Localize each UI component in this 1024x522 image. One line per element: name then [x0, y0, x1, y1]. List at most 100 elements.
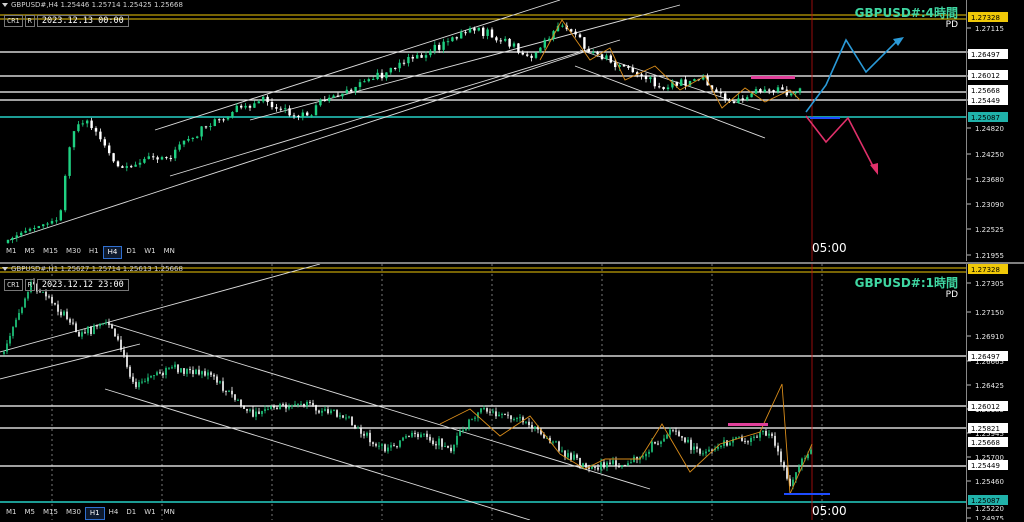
candle-body [385, 72, 388, 79]
timeframe-m15[interactable]: M15 [39, 507, 62, 520]
candle-body [387, 447, 389, 452]
h1-symbol-text: GBPUSD#,H1 1.25627 1.25714 1.25613 1.256… [11, 265, 183, 273]
timeframe-h4[interactable]: H4 [102, 246, 123, 259]
h1-chart-panel[interactable]: GBPUSD#,H1 1.25627 1.25714 1.25613 1.256… [0, 262, 1024, 522]
price-tick-label: 1.23090 [975, 201, 1004, 209]
candle-body [125, 166, 129, 168]
candle-body [174, 364, 176, 368]
candle-body [578, 34, 582, 38]
candle-body [456, 435, 458, 445]
candle-body [216, 376, 218, 383]
timeframe-m1[interactable]: M1 [2, 246, 21, 259]
price-tick-label: 1.26910 [975, 333, 1004, 341]
candle-body [381, 444, 383, 446]
candle-body [138, 382, 140, 388]
bullish-arrow-head-icon [893, 37, 904, 46]
candle-body [640, 74, 643, 77]
h1-price-axis-canvas: 1.273051.271501.269101.266651.264251.261… [967, 264, 1008, 520]
candle-body [372, 442, 374, 444]
candle-body [771, 433, 773, 436]
candle-body [310, 115, 313, 117]
timeframe-h1[interactable]: H1 [84, 507, 105, 520]
candle-body [66, 311, 68, 320]
candle-body [81, 123, 85, 125]
candle-body [297, 403, 299, 405]
timeframe-m30[interactable]: M30 [62, 246, 85, 259]
h1-cr-label[interactable]: CR1 [4, 279, 23, 291]
candle-body [336, 410, 338, 417]
candle-body [468, 419, 470, 430]
h1-r-label[interactable]: R [24, 279, 35, 291]
candle-body [231, 390, 233, 395]
collapse-triangle-icon[interactable] [2, 267, 8, 271]
candle-body [41, 224, 45, 227]
candle-body [240, 399, 242, 406]
candle-body [539, 47, 542, 53]
h4-plot-area[interactable] [0, 0, 966, 261]
h1-chart-canvas[interactable] [0, 264, 966, 520]
candle-body [657, 86, 661, 88]
candle-body [675, 81, 679, 86]
timeframe-w1[interactable]: W1 [140, 507, 159, 520]
candle-body [159, 372, 161, 374]
candle-body [327, 97, 331, 101]
candle-body [744, 440, 746, 442]
candle-body [462, 430, 464, 432]
candle-body [357, 427, 359, 429]
timeframe-m30[interactable]: M30 [62, 507, 85, 520]
timeframe-w1[interactable]: W1 [140, 246, 159, 259]
candle-body [339, 415, 341, 417]
candle-body [531, 425, 533, 429]
candle-body [266, 96, 269, 103]
candle-body [78, 332, 80, 337]
candle-body [552, 441, 554, 443]
h1-chart-title: GBPUSD#:1時間 [854, 276, 958, 290]
candle-body [182, 140, 186, 145]
candle-body [378, 445, 380, 447]
h4-r-label[interactable]: R [24, 15, 35, 27]
h4-cr-label[interactable]: CR1 [4, 15, 23, 27]
candle-body [141, 381, 143, 383]
candle-body [687, 439, 689, 443]
candle-body [738, 436, 740, 438]
candle-body [464, 32, 467, 34]
candle-body [261, 96, 265, 102]
timeframe-m15[interactable]: M15 [39, 246, 62, 259]
candle-body [57, 304, 59, 312]
candle-body [108, 322, 110, 325]
timeframe-m5[interactable]: M5 [21, 246, 40, 259]
h4-chart-panel[interactable]: GBPUSD#,H4 1.25446 1.25714 1.25425 1.256… [0, 0, 1024, 261]
timeframe-h4[interactable]: H4 [105, 507, 123, 520]
timeframe-d1[interactable]: D1 [122, 246, 140, 259]
level-price-tag-text: 1.25821 [971, 425, 1000, 433]
candle-body [468, 28, 472, 33]
candle-body [717, 446, 719, 449]
candle-body [705, 451, 707, 454]
resistance-zone-mark [751, 76, 795, 79]
h1-plot-area[interactable] [0, 264, 966, 522]
candle-body [249, 409, 251, 411]
candle-body [192, 370, 194, 374]
timeframe-d1[interactable]: D1 [122, 507, 140, 520]
candle-body [116, 161, 120, 167]
h4-price-axis[interactable]: 1.27115 1.26497 1.26012 1.25449 1.24820 1.242… [966, 0, 1024, 261]
candle-body [501, 413, 503, 415]
candle-body [433, 44, 437, 51]
candle-body [219, 381, 221, 383]
timeframe-mn[interactable]: MN [160, 246, 179, 259]
candle-body [235, 105, 239, 112]
collapse-triangle-icon[interactable] [2, 3, 8, 7]
candle-body [270, 102, 274, 108]
timeframe-m1[interactable]: M1 [2, 507, 21, 520]
candle-body [222, 381, 224, 391]
candle-body [111, 324, 113, 329]
timeframe-h1[interactable]: H1 [85, 246, 103, 259]
timeframe-mn[interactable]: MN [160, 507, 179, 520]
timeframe-m5[interactable]: M5 [21, 507, 40, 520]
zigzag-line [439, 383, 813, 495]
candle-body [420, 55, 423, 58]
candle-body [530, 55, 533, 58]
candle-body [213, 119, 217, 127]
h1-price-axis[interactable]: 1.273051.271501.269101.266651.264251.261… [966, 264, 1024, 522]
h4-chart-canvas[interactable] [0, 0, 966, 261]
